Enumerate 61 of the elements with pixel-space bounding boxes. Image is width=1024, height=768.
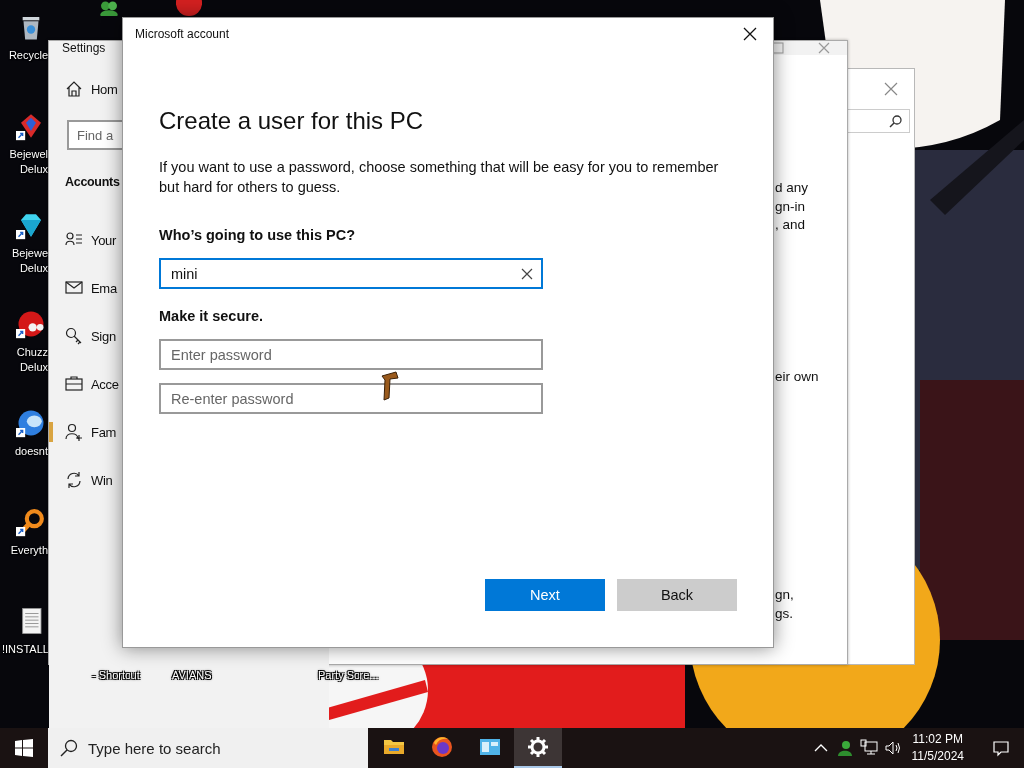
section-title: Accounts	[65, 174, 120, 191]
icon-label: Bejewe Delux	[10, 246, 48, 276]
name-field[interactable]: mini	[159, 258, 543, 289]
text-line: d any	[775, 179, 809, 197]
nav-item[interactable]: Ema	[91, 280, 117, 296]
heading: Create a user for this PC	[159, 106, 424, 136]
briefcase-icon	[65, 375, 83, 393]
home-link[interactable]: Hom	[91, 81, 118, 97]
search-icon	[60, 739, 78, 757]
nav-item[interactable]: Fam	[91, 424, 117, 440]
person-icon[interactable]	[835, 739, 854, 757]
text-line: gn-in	[775, 197, 806, 216]
network-icon[interactable]	[859, 739, 878, 757]
field-label: Make it secure.	[159, 307, 263, 326]
nav-item[interactable]: Win	[91, 472, 113, 488]
date: 11/5/2024	[911, 748, 964, 765]
close-icon[interactable]	[743, 27, 757, 41]
home-icon	[65, 80, 83, 98]
volume-icon[interactable]	[883, 739, 902, 757]
icon-label: Bejewel Delux	[8, 147, 48, 177]
password-field[interactable]: Re-enter password	[159, 383, 543, 414]
next-button[interactable]: Next	[485, 579, 605, 611]
taskbar-search-field[interactable]: Type here to search	[48, 728, 368, 768]
nav-item[interactable]: Sign	[91, 328, 116, 344]
password-field[interactable]: Enter password	[159, 339, 543, 370]
taskbar-app[interactable]	[514, 728, 562, 768]
magnifier-icon[interactable]	[16, 507, 46, 537]
back-button[interactable]: Back	[617, 579, 737, 611]
sync-icon	[65, 471, 83, 489]
windows-start-icon[interactable]	[15, 739, 33, 757]
notifications-icon[interactable]	[992, 739, 1010, 757]
description: If you want to use a password, choose something that will be easy for you to remember but hard for others to guess.	[159, 158, 720, 197]
icon-label: - Shortcut	[92, 669, 140, 681]
icon-label: !INSTALL	[2, 642, 48, 657]
icon-label: Everyth	[9, 543, 48, 558]
icon-label: Chuzz Delux	[15, 345, 48, 375]
browser-icon	[430, 735, 454, 759]
field-label: Who’s going to use this PC?	[159, 226, 355, 245]
text-line: gs.	[775, 604, 793, 623]
settings-icon	[526, 735, 550, 759]
clear-icon[interactable]	[521, 268, 533, 280]
maximize-icon[interactable]	[772, 42, 784, 54]
nav-item[interactable]: Acce	[91, 376, 119, 392]
orb-icon[interactable]	[16, 408, 46, 438]
dialog-title: Microsoft account	[135, 27, 230, 41]
text-line: , and	[775, 216, 806, 234]
icon-label: Recycle	[7, 48, 48, 63]
icon-label: AVIANS	[172, 669, 212, 681]
icon-label: Party Scre...	[318, 669, 379, 681]
text-line: gn,	[775, 586, 794, 604]
creature-icon[interactable]	[16, 309, 46, 339]
window-title: Settings	[61, 41, 106, 55]
icon-label: doesnt	[13, 444, 48, 459]
mail-icon	[65, 279, 83, 297]
time: 11:02 PM	[912, 731, 963, 748]
nav-item[interactable]: Your	[91, 232, 117, 248]
text-line: eir own	[775, 367, 819, 386]
clock[interactable]: 11:02 PM 11/5/2024	[911, 731, 964, 765]
add-person-icon	[65, 423, 83, 441]
search-icon	[889, 114, 903, 128]
key-icon	[65, 327, 83, 345]
